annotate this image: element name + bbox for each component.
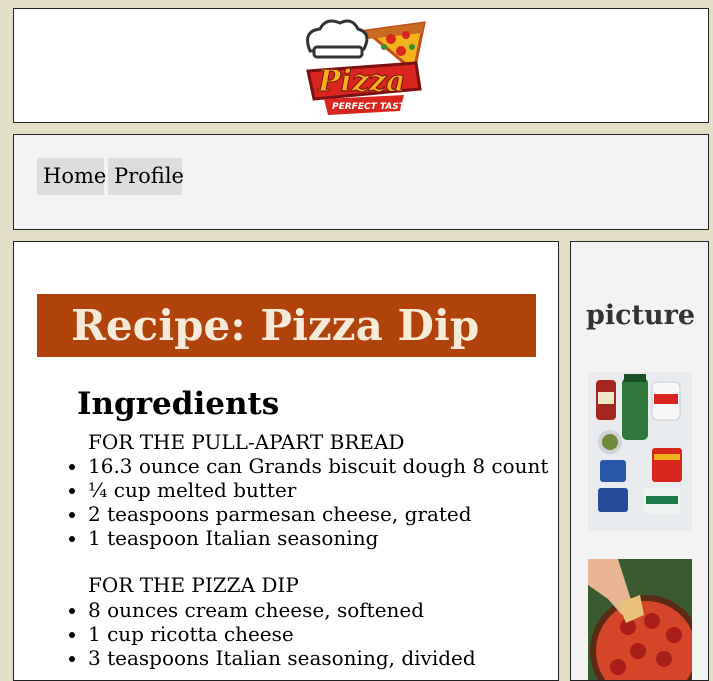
sidebar-pictures: picture [570, 241, 709, 681]
ingredient-item: 1 cup ricotta cheese [88, 622, 476, 646]
recipe-title: Recipe: Pizza Dip [37, 294, 536, 357]
ingredient-item: ¼ cup melted butter [88, 478, 548, 502]
section-title-bread: FOR THE PULL-APART BREAD [88, 430, 405, 454]
pizza-logo[interactable]: Pizza PERFECT TASTE [296, 11, 428, 117]
ingredient-list-dip: 8 ounces cream cheese, softened 1 cup ri… [68, 598, 476, 670]
ingredients-photo [588, 372, 692, 531]
ingredient-item: 2 teaspoons parmesan cheese, grated [88, 502, 548, 526]
ingredients-heading: Ingredients [77, 386, 280, 422]
nav-profile-link[interactable]: Profile [108, 158, 184, 195]
nav-home-link[interactable]: Home [37, 158, 106, 195]
ingredient-item: 16.3 ounce can Grands biscuit dough 8 co… [88, 454, 548, 478]
header: Pizza PERFECT TASTE [13, 8, 709, 123]
section-title-dip: FOR THE PIZZA DIP [88, 573, 299, 597]
ingredient-list-bread: 16.3 ounce can Grands biscuit dough 8 co… [68, 454, 548, 550]
logo-text: Pizza [317, 64, 405, 99]
pizza-dip-photo [588, 559, 692, 680]
ingredient-item: 3 teaspoons Italian seasoning, divided [88, 646, 476, 670]
ingredient-item: 1 teaspoon Italian seasoning [88, 526, 548, 550]
logo-tagline: PERFECT TASTE [332, 102, 412, 112]
ingredient-item: 8 ounces cream cheese, softened [88, 598, 476, 622]
sidebar-title: picture [585, 300, 696, 331]
main-content: Recipe: Pizza Dip Ingredients FOR THE PU… [13, 241, 559, 681]
navigation-bar: Home Profile [13, 134, 709, 230]
